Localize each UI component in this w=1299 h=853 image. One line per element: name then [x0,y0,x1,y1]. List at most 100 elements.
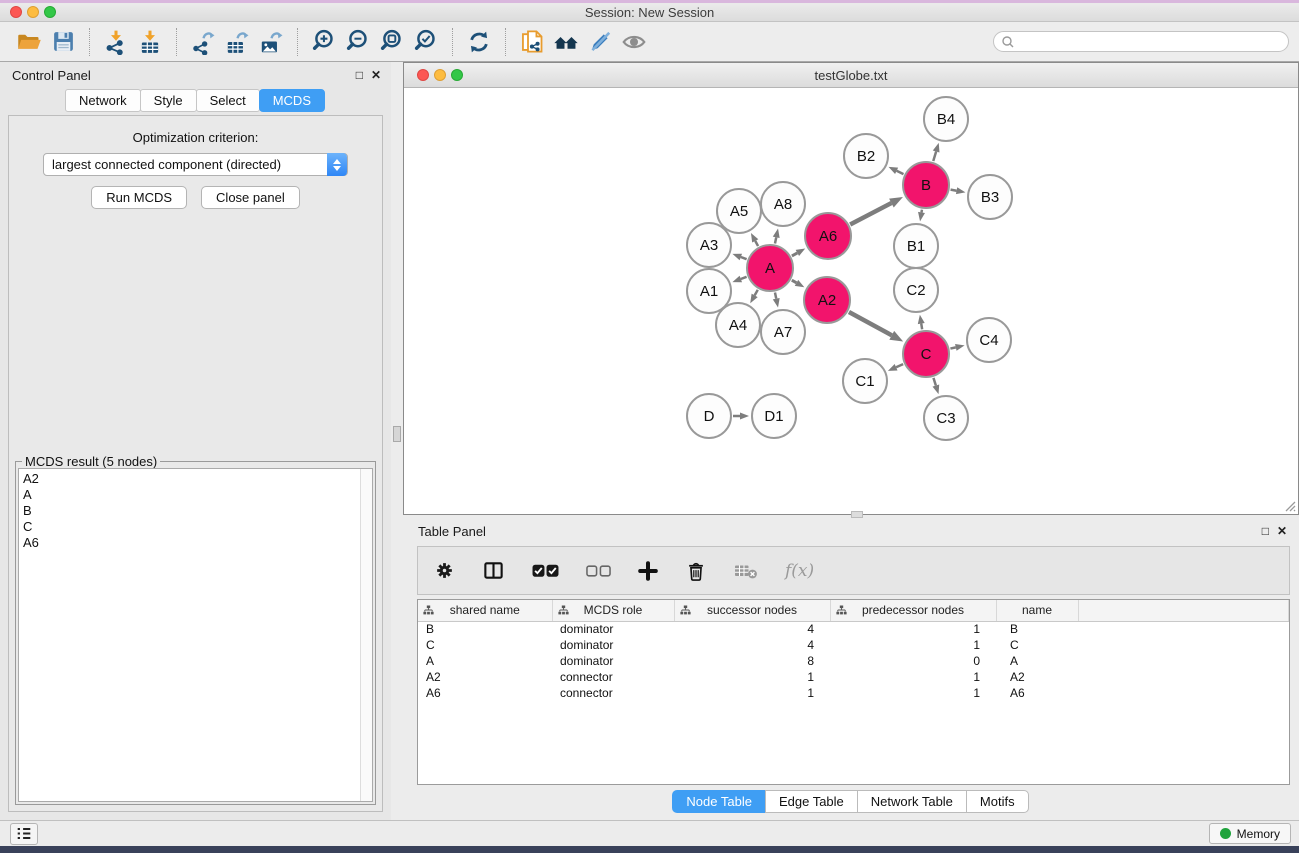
cell[interactable]: A2 [418,669,552,685]
network-zoom-button[interactable] [451,69,463,81]
graph-edge-B-B3[interactable] [951,190,957,191]
result-item-b[interactable]: B [23,503,358,519]
node-table[interactable]: shared nameMCDS rolesuccessor nodesprede… [418,600,1289,701]
cell[interactable]: 1 [830,669,996,685]
zoom-fit-button[interactable] [375,26,409,58]
divider-handle-icon[interactable] [393,426,401,442]
cell[interactable]: 0 [830,653,996,669]
graph-edge-C-C2[interactable] [921,324,922,330]
tab-edge-table[interactable]: Edge Table [765,790,858,813]
column-header-shared-name[interactable]: shared name [418,600,552,621]
zoom-window-button[interactable] [44,6,56,18]
tab-network[interactable]: Network [65,89,141,112]
graph-edge-A-A1[interactable] [741,277,747,279]
cell[interactable]: 1 [674,685,830,701]
graph-edge-A-A5[interactable] [755,241,758,246]
network-close-button[interactable] [417,69,429,81]
graph-edge-A6-B[interactable] [850,203,891,224]
cell[interactable]: dominator [552,637,674,653]
cell[interactable]: connector [552,669,674,685]
cell[interactable]: connector [552,685,674,701]
cell[interactable]: A2 [996,669,1078,685]
graph-edge-A-A3[interactable] [741,257,747,259]
close-window-button[interactable] [10,6,22,18]
refresh-button[interactable] [462,26,496,58]
column-header-name[interactable]: name [996,600,1078,621]
cell[interactable]: B [996,621,1078,637]
cell[interactable]: 1 [830,621,996,637]
export-network-button[interactable] [186,26,220,58]
table-row[interactable]: Adominator80A [418,653,1289,669]
clone-network-button[interactable] [515,26,549,58]
zoom-out-button[interactable] [341,26,375,58]
cell[interactable]: A6 [996,685,1078,701]
cell[interactable]: dominator [552,621,674,637]
split-handle[interactable] [851,511,863,518]
graph-edge-A-A8[interactable] [775,237,776,243]
cell[interactable]: 4 [674,621,830,637]
save-session-button[interactable] [46,26,80,58]
close-table-panel-button[interactable]: ✕ [1277,525,1287,537]
graph-edge-A2-C[interactable] [849,312,892,335]
graph-edge-C-C3[interactable] [933,378,935,386]
toggle-columns-button[interactable] [482,559,505,582]
network-graph[interactable]: B4B2BB3A8A5A6A3B1AC2A1A2A4A7C4CC1C3DD1 [404,88,1298,514]
cell[interactable]: dominator [552,653,674,669]
tab-select[interactable]: Select [196,89,260,112]
column-header-successor-nodes[interactable]: successor nodes [674,600,830,621]
tab-network-table[interactable]: Network Table [857,790,967,813]
table-row[interactable]: Cdominator41C [418,637,1289,653]
tab-style[interactable]: Style [140,89,197,112]
table-row[interactable]: A6connector11A6 [418,685,1289,701]
column-header-predecessor-nodes[interactable]: predecessor nodes [830,600,996,621]
graph-edge-B-B4[interactable] [933,152,936,162]
cell[interactable]: C [996,637,1078,653]
close-panel-action-button[interactable]: Close panel [201,186,300,209]
export-image-button[interactable] [254,26,288,58]
search-input[interactable] [993,31,1289,52]
import-network-button[interactable] [99,26,133,58]
float-table-panel-button[interactable]: □ [1262,525,1269,537]
mcds-result-list[interactable]: A2ABCA6 [18,468,373,802]
result-item-a[interactable]: A [23,487,358,503]
result-item-a6[interactable]: A6 [23,535,358,551]
cell[interactable]: 1 [830,637,996,653]
cell[interactable]: A6 [418,685,552,701]
table-row[interactable]: A2connector11A2 [418,669,1289,685]
column-header-mcds-role[interactable]: MCDS role [552,600,674,621]
graph-edge-B-B2[interactable] [897,171,904,174]
export-table-button[interactable] [220,26,254,58]
table-settings-button[interactable] [434,560,455,581]
graph-edge-C-C4[interactable] [950,347,955,348]
deselect-all-button[interactable] [586,565,611,577]
graph-edge-A-A4[interactable] [755,290,758,296]
result-item-a2[interactable]: A2 [23,471,358,487]
open-session-button[interactable] [12,26,46,58]
cell[interactable]: C [418,637,552,653]
cell[interactable]: 4 [674,637,830,653]
tab-node-table[interactable]: Node Table [672,790,766,813]
delete-table-button[interactable] [734,563,758,579]
run-mcds-button[interactable]: Run MCDS [91,186,187,209]
task-history-button[interactable] [10,823,38,845]
tab-mcds[interactable]: MCDS [259,89,325,112]
delete-column-button[interactable] [685,560,707,582]
cell[interactable]: 8 [674,653,830,669]
table-row[interactable]: Bdominator41B [418,621,1289,637]
cell[interactable]: 1 [830,685,996,701]
criterion-select[interactable]: largest connected component (directed) [43,153,348,176]
select-all-button[interactable] [532,564,559,578]
memory-button[interactable]: Memory [1209,823,1291,844]
result-scrollbar[interactable] [360,469,372,801]
zoom-in-button[interactable] [307,26,341,58]
function-builder-button[interactable]: f(x) [785,561,814,581]
show-hide-button[interactable] [617,26,651,58]
tab-motifs[interactable]: Motifs [966,790,1029,813]
minimize-window-button[interactable] [27,6,39,18]
create-column-button[interactable] [638,561,658,581]
cell[interactable]: A [996,653,1078,669]
graph-edge-A-A7[interactable] [775,292,776,298]
panel-divider[interactable] [391,62,403,820]
cell[interactable]: 1 [674,669,830,685]
close-panel-button[interactable]: ✕ [371,69,381,81]
